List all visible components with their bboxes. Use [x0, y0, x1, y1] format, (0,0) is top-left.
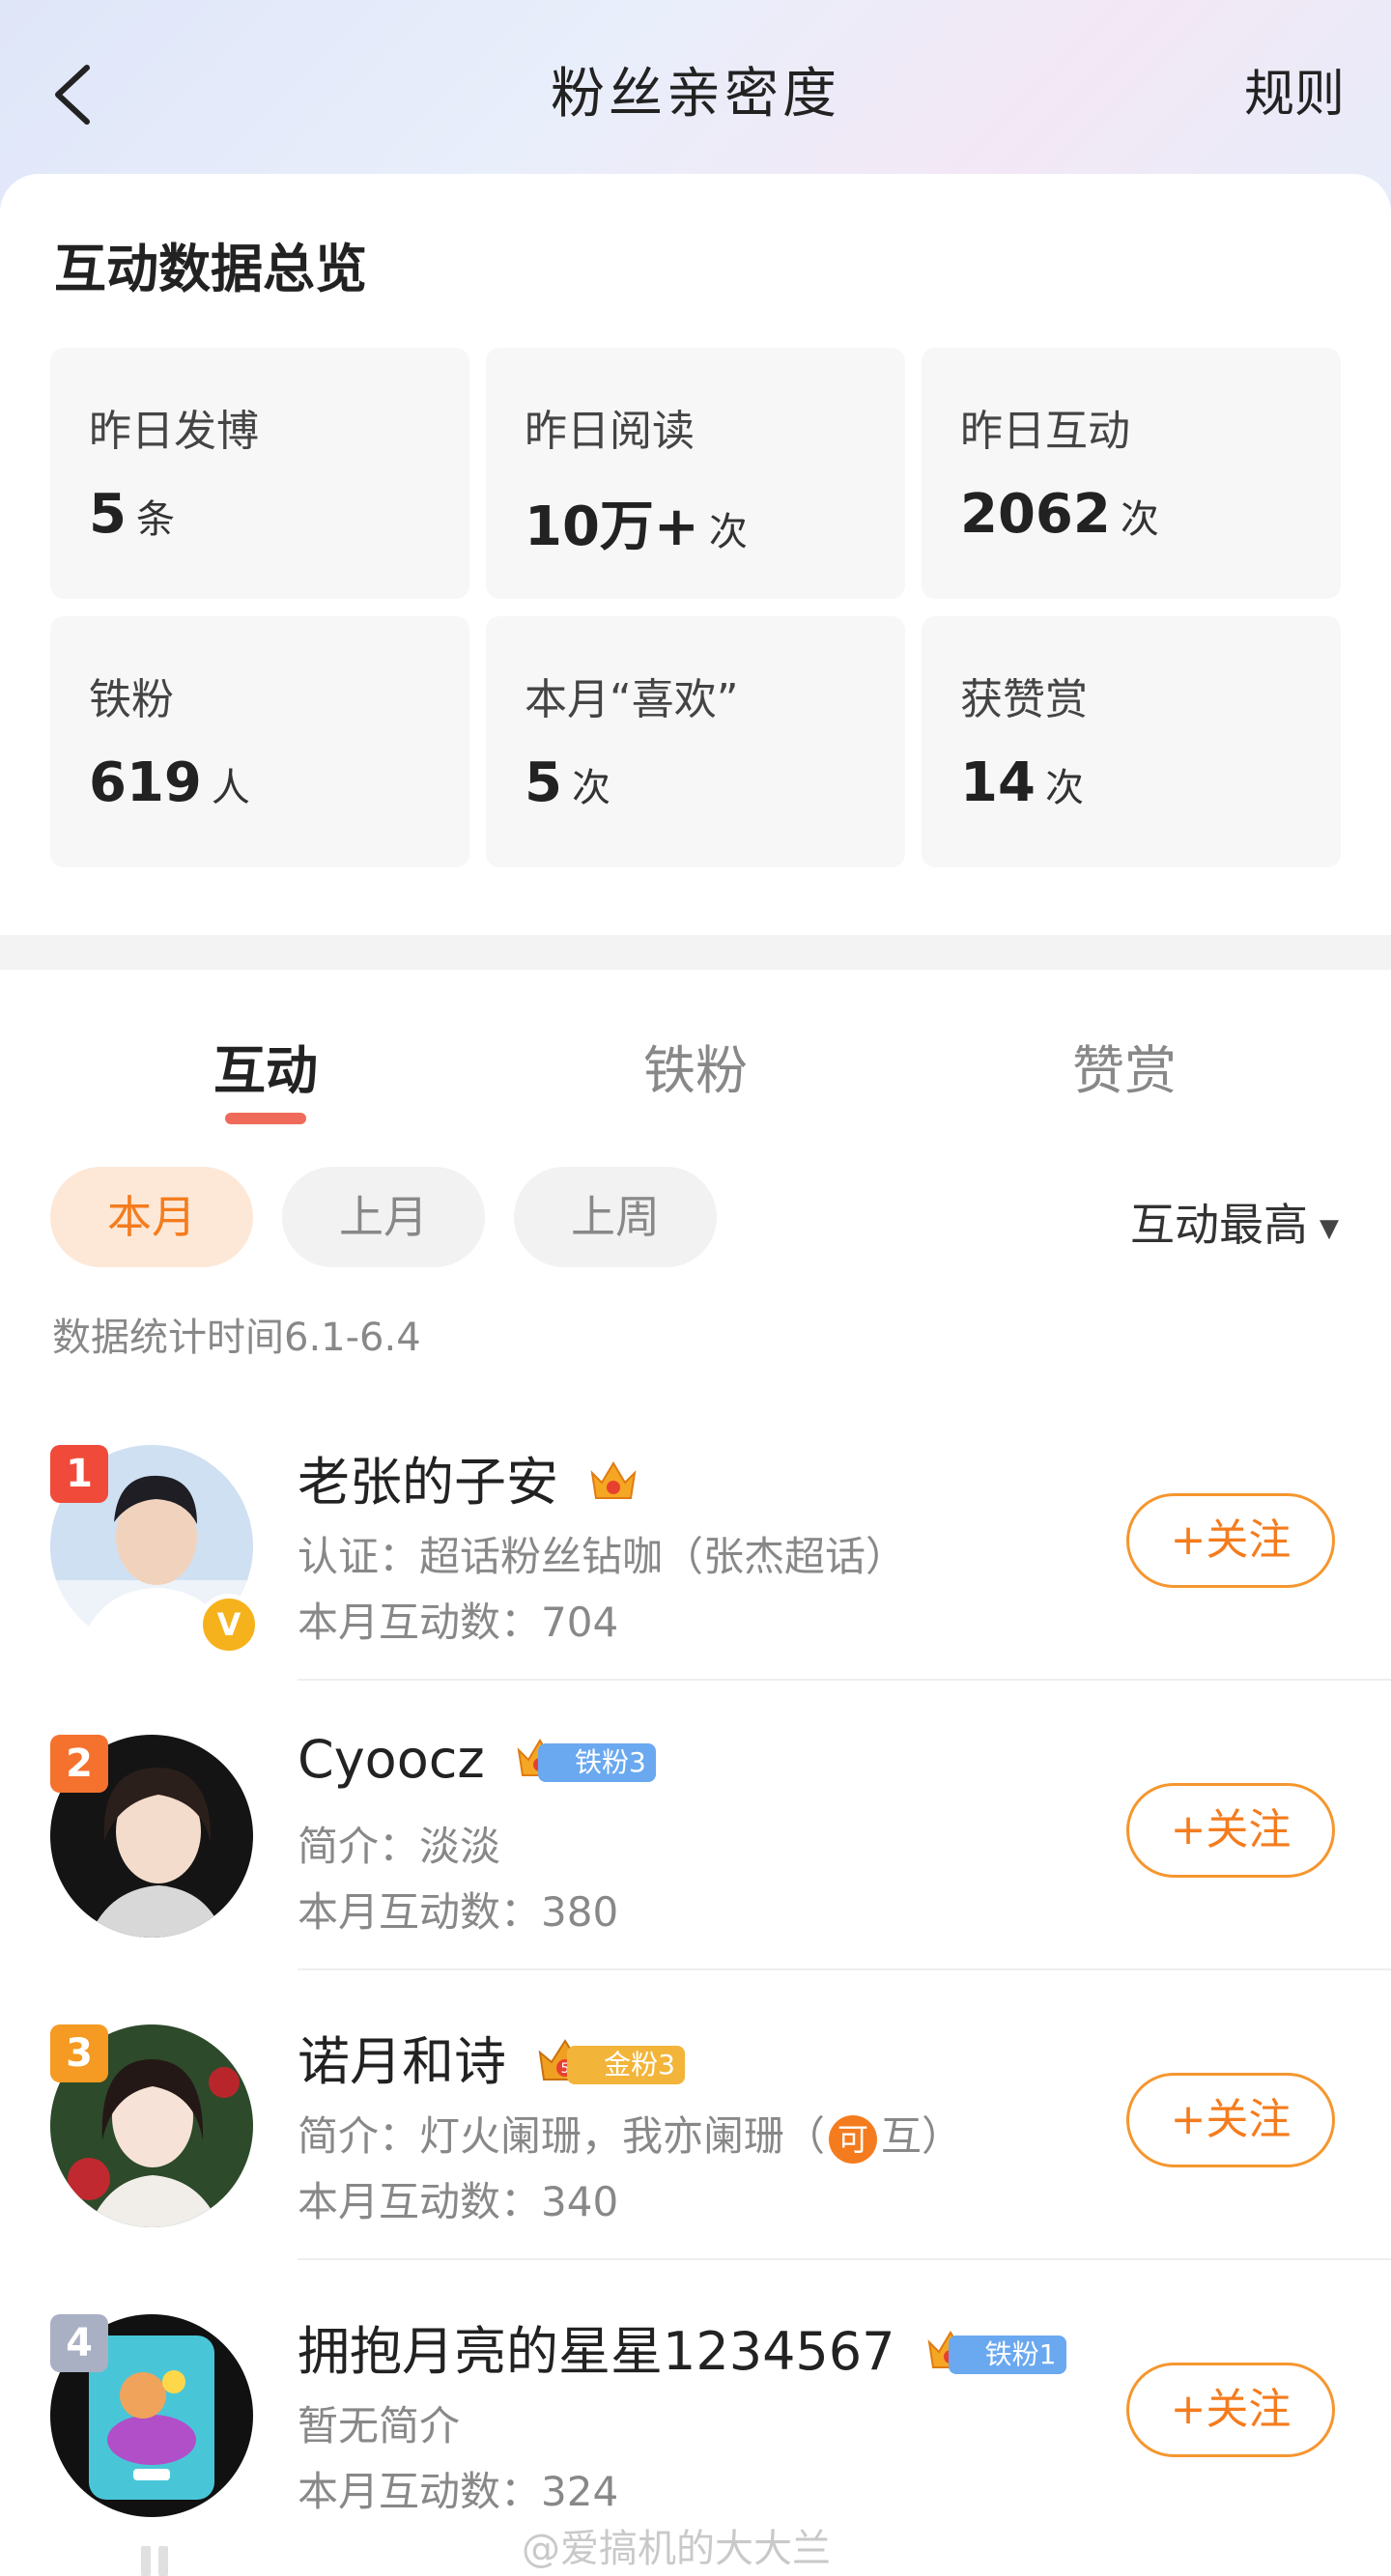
rank-badge: 2 — [50, 1735, 108, 1793]
tab-iron-fans[interactable]: 铁粉 — [551, 1028, 840, 1104]
stat-unit: 条 — [135, 497, 175, 542]
stat-unit: 次 — [1120, 497, 1159, 542]
fan-description: 简介：淡淡 — [298, 1823, 501, 1870]
stat-card-likes: 本月“喜欢” 5次 — [486, 616, 905, 867]
fan-name[interactable]: Cyoocz — [298, 1729, 485, 1790]
page-title: 粉丝亲密度 — [551, 63, 840, 126]
list-item[interactable]: 4 拥抱月亮的星星1234567 铁粉1 暂无简介 本月互动数：324 +关注 — [0, 2260, 1391, 2550]
filter-last-month[interactable]: 上月 — [282, 1167, 485, 1267]
list-item[interactable]: 2 Cyoocz 铁粉3 简介：淡淡 本月互动数：380 +关注 — [0, 1681, 1391, 1970]
stat-card-reads: 昨日阅读 10万+ 次 — [486, 348, 905, 599]
active-tab-indicator — [225, 1113, 306, 1124]
fan-name[interactable]: 诺月和诗 — [298, 2031, 506, 2092]
follow-button[interactable]: +关注 — [1126, 1493, 1335, 1588]
sort-dropdown[interactable]: 互动最高 ▼ — [1130, 1190, 1339, 1254]
stat-unit: 人 — [211, 766, 250, 810]
stat-label: 昨日互动 — [960, 407, 1130, 456]
watermark: @爱搞机的大大兰 — [522, 2527, 831, 2571]
list-item[interactable]: 3 诺月和诗 5 金粉3 简介：灯火阑珊，我亦阑珊（可互） 本月互动数：340 … — [0, 1970, 1391, 2260]
stat-value: 10万+ — [525, 495, 699, 558]
stat-card-interactions: 昨日互动 2062 次 — [922, 348, 1341, 599]
follow-button[interactable]: +关注 — [1126, 1783, 1335, 1878]
fan-name[interactable]: 拥抱月亮的星星1234567 — [298, 2321, 895, 2382]
fan-description: 认证：超话粉丝钻咖（张杰超话） — [298, 1533, 907, 1580]
fan-name-row: 拥抱月亮的星星1234567 铁粉1 — [298, 2308, 1066, 2386]
filter-row: 本月 上月 上周 互动最高 ▼ — [0, 1167, 1391, 1267]
filter-this-month[interactable]: 本月 — [50, 1167, 253, 1267]
overview-card: 互动数据总览 昨日发博 5条 昨日阅读 10万+ 次 昨日互动 2062 次 铁粉 … — [0, 174, 1391, 935]
list-item[interactable]: 1 V 老张的子安 认证：超话粉丝钻咖（张杰超话） 本月互动数：704 +关注 — [0, 1391, 1391, 1681]
fan-description-suffix: 互） — [881, 2112, 963, 2160]
stats-grid: 昨日发博 5条 昨日阅读 10万+ 次 昨日互动 2062 次 铁粉 619 人 本月… — [50, 348, 1341, 867]
nav-bar: 粉丝亲密度 规则 — [0, 0, 1391, 184]
fan-description-text: 简介：灯火阑珊，我亦阑珊（ — [298, 2112, 826, 2160]
crown-icon — [586, 1456, 640, 1516]
fan-description: 暂无简介 — [298, 2402, 461, 2449]
follow-button[interactable]: +关注 — [1126, 2363, 1335, 2457]
pause-icon[interactable] — [135, 2542, 174, 2576]
fan-name-row: 诺月和诗 5 金粉3 — [298, 2019, 685, 2098]
stat-unit: 次 — [1044, 766, 1084, 810]
stat-label: 本月“喜欢” — [525, 675, 739, 724]
stat-value: 2062 — [960, 483, 1111, 546]
fan-level-tag: 金粉3 — [567, 2046, 685, 2085]
follow-button[interactable]: +关注 — [1126, 2073, 1335, 2167]
stat-value: 5 — [89, 483, 127, 546]
stat-card-posts: 昨日发博 5条 — [50, 348, 469, 599]
fan-level-tag: 铁粉1 — [948, 2335, 1066, 2375]
stat-card-iron-fans: 铁粉 619 人 — [50, 616, 469, 867]
caret-down-icon: ▼ — [1320, 1213, 1339, 1243]
stat-label: 获赞赏 — [960, 675, 1088, 724]
section-divider — [0, 935, 1391, 970]
stat-label: 昨日发博 — [89, 407, 259, 456]
stat-value: 5 — [525, 751, 562, 814]
fan-name-row: 老张的子安 — [298, 1439, 640, 1516]
fan-interaction-count: 本月互动数：704 — [298, 1599, 619, 1646]
verified-badge-icon: V — [198, 1594, 260, 1656]
stat-label: 铁粉 — [89, 675, 174, 724]
fan-description: 简介：灯火阑珊，我亦阑珊（可互） — [298, 2104, 962, 2164]
stat-unit: 次 — [571, 766, 610, 810]
fan-level-tag: 铁粉3 — [537, 1743, 656, 1783]
stat-unit: 次 — [708, 510, 748, 554]
date-range: 数据统计时间6.1-6.4 — [52, 1316, 421, 1360]
tab-interaction[interactable]: 互动 — [121, 1028, 411, 1104]
fan-name[interactable]: 老张的子安 — [298, 1452, 558, 1513]
tab-rewards[interactable]: 赞赏 — [979, 1028, 1269, 1104]
stat-value: 14 — [960, 751, 1036, 814]
sort-label: 互动最高 — [1130, 1199, 1308, 1251]
rank-badge: 3 — [50, 2024, 108, 2082]
fan-interaction-count: 本月互动数：324 — [298, 2468, 619, 2515]
stat-label: 昨日阅读 — [525, 407, 695, 456]
overview-title: 互动数据总览 — [54, 239, 367, 299]
stat-value: 619 — [89, 751, 202, 814]
fan-interaction-count: 本月互动数：380 — [298, 1888, 619, 1936]
stat-card-rewards: 获赞赏 14 次 — [922, 616, 1341, 867]
tab-bar: 互动 铁粉 赞赏 — [0, 970, 1391, 1140]
fan-name-row: Cyoocz 铁粉3 — [298, 1729, 656, 1794]
filter-last-week[interactable]: 上周 — [514, 1167, 717, 1267]
rank-badge: 4 — [50, 2314, 108, 2372]
rules-link[interactable]: 规则 — [1244, 60, 1345, 129]
rank-badge: 1 — [50, 1445, 108, 1503]
fan-interaction-count: 本月互动数：340 — [298, 2178, 619, 2225]
mutual-chip: 可 — [829, 2114, 878, 2164]
